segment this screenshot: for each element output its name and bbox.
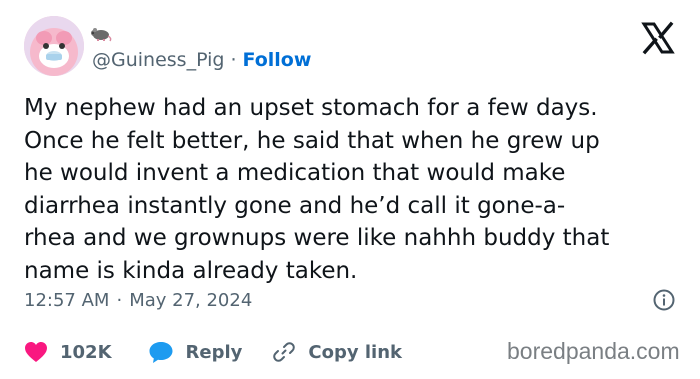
- tweet-date: May 27, 2024: [129, 289, 253, 311]
- author-row: @Guiness_Pig · Follow: [92, 47, 311, 73]
- tweet-text-line: diarrhea instantly gone and he’d call it…: [24, 192, 566, 219]
- handle-separator: ·: [230, 49, 237, 71]
- heart-icon: [25, 342, 47, 362]
- tweet-text: My nephew had an upset stomach for a few…: [24, 92, 684, 287]
- date-separator: ·: [116, 289, 123, 311]
- follow-button[interactable]: Follow: [243, 49, 312, 71]
- reply-label: Reply: [185, 341, 243, 363]
- copy-link-button[interactable]: Copy link: [272, 340, 402, 364]
- speech-bubble-icon: [149, 342, 173, 363]
- info-icon[interactable]: [652, 288, 676, 312]
- rat-emoji-icon: [91, 28, 112, 42]
- x-logo-icon[interactable]: [638, 18, 678, 58]
- link-icon: [273, 342, 296, 362]
- timestamp[interactable]: 12:57 AM · May 27, 2024: [24, 287, 252, 313]
- copy-link-label: Copy link: [308, 341, 402, 363]
- action-bar: 102K Reply Copy link: [24, 338, 402, 366]
- reply-button[interactable]: Reply: [148, 340, 243, 364]
- tweet-text-line: name is kinda already taken.: [24, 257, 358, 284]
- author-handle[interactable]: @Guiness_Pig: [92, 49, 224, 71]
- tweet-text-line: My nephew had an upset stomach for a few…: [24, 95, 598, 121]
- tweet-card: @Guiness_Pig · Follow My nephew had an u…: [0, 0, 700, 379]
- like-button[interactable]: 102K: [24, 341, 112, 363]
- tweet-text-line: he would invent a medication that would …: [24, 160, 566, 186]
- avatar-image: [24, 16, 84, 76]
- tweet-text-line: Once he felt better, he said that when h…: [24, 127, 600, 154]
- avatar[interactable]: [24, 16, 84, 76]
- like-count: 102K: [60, 341, 112, 363]
- tweet-time: 12:57 AM: [24, 289, 110, 311]
- watermark: boredpanda.com: [507, 338, 680, 364]
- tweet-text-line: rhea and we grownups were like nahhh bud…: [24, 225, 610, 251]
